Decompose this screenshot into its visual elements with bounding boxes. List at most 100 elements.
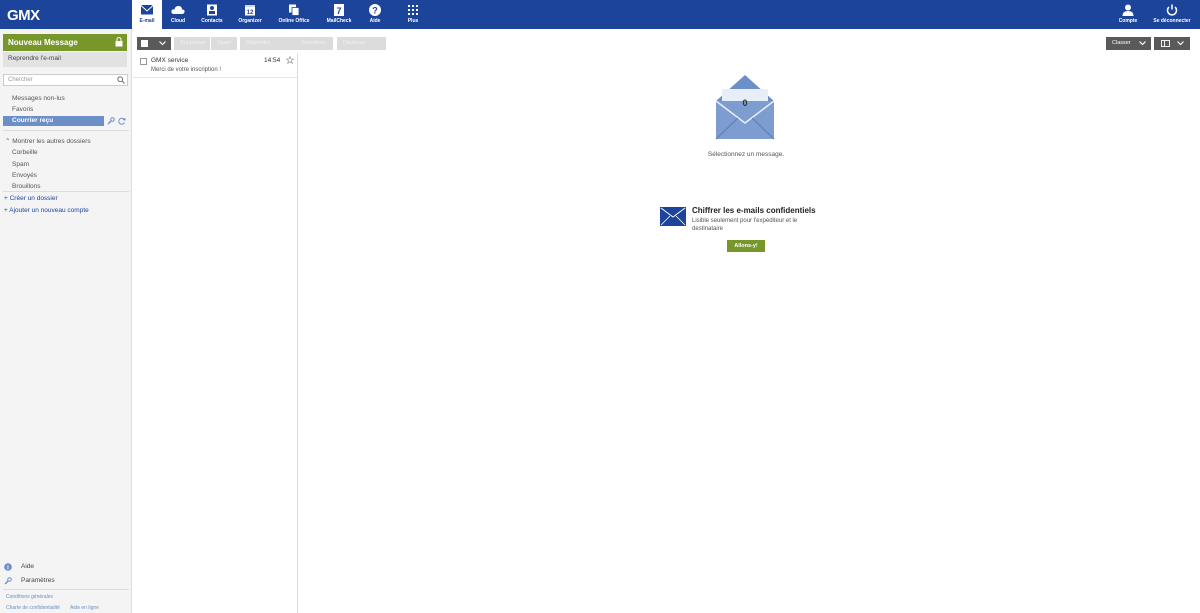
nav-online-office[interactable]: Online Office: [274, 0, 314, 29]
show-other-folders-label: Montrer les autres dossiers: [12, 138, 91, 145]
user-icon: [1121, 4, 1135, 16]
promo-go-button[interactable]: Allons-y!: [727, 240, 765, 252]
svg-text:?: ?: [372, 6, 378, 16]
message-subject: Merci de votre inscription !: [151, 67, 222, 73]
info-icon: i: [4, 563, 12, 571]
folder-drafts[interactable]: Brouillons: [12, 183, 41, 190]
move-button[interactable]: Déplacer: [337, 37, 386, 50]
envelope-illustration-icon: 0: [714, 73, 776, 141]
gmx-logo[interactable]: GMX: [7, 7, 40, 24]
legal-help-link[interactable]: Aide en ligne: [70, 605, 99, 611]
divider: [3, 589, 129, 590]
select-all-checkbox[interactable]: [141, 40, 148, 47]
encrypted-mail-icon: [660, 207, 686, 226]
folder-spam[interactable]: Spam: [12, 161, 29, 168]
delete-button[interactable]: Supprimer: [174, 37, 210, 50]
sort-label: Classer: [1112, 40, 1131, 46]
reading-pane: 0 Sélectionnez un message. Chiffrer les …: [298, 53, 1194, 613]
plus-icon: +: [4, 195, 8, 202]
nav-more[interactable]: Plus: [400, 0, 426, 29]
folder-favorites[interactable]: Favoris: [12, 106, 33, 113]
folder-trash[interactable]: Corbeille: [12, 149, 38, 156]
folder-search-input[interactable]: Chercher: [3, 74, 128, 86]
layout-toggle-button[interactable]: [1154, 37, 1190, 50]
divider: [3, 130, 129, 131]
wrench-icon[interactable]: [107, 117, 115, 125]
folder-unread[interactable]: Messages non-lus: [12, 95, 65, 102]
legal-terms-link[interactable]: Conditions générales: [6, 594, 53, 600]
nav-mailcheck[interactable]: 7 MailCheck: [322, 0, 356, 29]
spam-button[interactable]: Spam: [211, 37, 237, 50]
promo-title: Chiffrer les e-mails confidentiels: [692, 206, 816, 215]
add-account-label: Ajouter un nouveau compte: [9, 207, 89, 214]
cloud-icon: [171, 4, 185, 16]
search-placeholder: Chercher: [8, 77, 33, 83]
nav-email[interactable]: E-mail: [132, 0, 162, 29]
legal-privacy-link[interactable]: Charte de confidentialité: [6, 605, 60, 611]
layout-icon: [1161, 40, 1170, 49]
nav-help-label: Aide: [369, 18, 381, 24]
nav-online-office-label: Online Office: [278, 18, 310, 24]
help-icon: ?: [368, 4, 382, 16]
star-icon[interactable]: [285, 55, 295, 65]
help-link[interactable]: i Aide: [4, 563, 35, 571]
nav-organizer-label: Organizer: [238, 18, 262, 24]
mailcheck-icon: 7: [332, 4, 346, 16]
reply-button[interactable]: Répondre: [240, 37, 295, 50]
plus-icon: +: [4, 207, 8, 214]
svg-text:12: 12: [247, 10, 254, 16]
folder-sent[interactable]: Envoyés: [12, 172, 37, 179]
message-time: 14:54: [264, 57, 281, 64]
forward-button[interactable]: Transférer: [295, 37, 333, 50]
mailcheck-badge: 7: [336, 6, 341, 16]
folder-inbox[interactable]: Courrier reçu: [3, 116, 104, 126]
sidebar: Nouveau Message Reprendre l'e-mail Cherc…: [0, 29, 132, 613]
add-account-link[interactable]: + Ajouter un nouveau compte: [4, 207, 89, 214]
select-message-hint: Sélectionnez un message.: [707, 151, 785, 158]
lock-icon: [115, 37, 123, 47]
new-message-label: Nouveau Message: [8, 38, 78, 47]
calendar-icon: 12: [243, 4, 257, 16]
nav-email-label: E-mail: [139, 18, 155, 24]
help-label: Aide: [21, 563, 35, 570]
search-icon[interactable]: [117, 76, 125, 84]
show-other-folders[interactable]: ⌃ Montrer les autres dossiers: [5, 137, 91, 145]
message-row[interactable]: GMX service 14:54 Merci de votre inscrip…: [133, 53, 297, 78]
nav-mailcheck-label: MailCheck: [326, 18, 352, 24]
chevron-up-icon: ⌃: [5, 138, 11, 145]
nav-cloud-label: Cloud: [170, 18, 186, 24]
nav-help[interactable]: ? Aide: [362, 0, 388, 29]
settings-label: Paramètres: [21, 577, 55, 584]
contacts-icon: [205, 4, 219, 16]
nav-logout-label: Se déconnecter: [1153, 18, 1191, 24]
select-all-dropdown[interactable]: [137, 37, 171, 50]
divider: [3, 191, 129, 192]
nav-organizer[interactable]: 12 Organizer: [233, 0, 267, 29]
settings-link[interactable]: Paramètres: [4, 577, 55, 585]
power-icon: [1165, 4, 1179, 16]
unread-count: 0: [742, 98, 747, 108]
mail-icon: [140, 4, 154, 16]
grid-icon: [406, 4, 420, 16]
nav-cloud[interactable]: Cloud: [164, 0, 192, 29]
top-navigation-bar: GMX E-mail Cloud Contacts 12 Organizer O…: [0, 0, 1200, 29]
wrench-icon: [4, 577, 12, 585]
refresh-icon[interactable]: [118, 117, 126, 125]
sort-button[interactable]: Classer: [1106, 37, 1151, 50]
message-checkbox[interactable]: [140, 58, 147, 65]
resume-email-button[interactable]: Reprendre l'e-mail: [3, 52, 127, 67]
message-sender: GMX service: [151, 57, 189, 64]
message-list: GMX service 14:54 Merci de votre inscrip…: [133, 53, 298, 613]
nav-account-label: Compte: [1118, 18, 1138, 24]
office-icon: [287, 4, 301, 16]
chevron-down-icon: [1139, 41, 1146, 46]
nav-contacts[interactable]: Contacts: [196, 0, 228, 29]
nav-logout[interactable]: Se déconnecter: [1148, 0, 1196, 29]
new-message-button[interactable]: Nouveau Message: [3, 34, 127, 51]
mail-toolbar: Supprimer Spam Répondre Transférer Dépla…: [133, 35, 1196, 51]
create-folder-link[interactable]: + Créer un dossier: [4, 195, 58, 202]
nav-account[interactable]: Compte: [1114, 0, 1142, 29]
chevron-down-icon: [1177, 41, 1184, 46]
promo-description: Lisible seulement pour l'expéditeur et l…: [692, 218, 798, 232]
chevron-down-icon: [159, 41, 166, 46]
